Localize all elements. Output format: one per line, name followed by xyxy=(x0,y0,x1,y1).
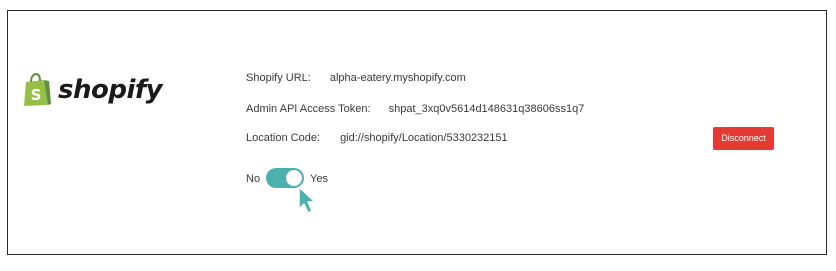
shopify-bag-icon: S xyxy=(24,73,51,106)
location-code-label: Location Code: xyxy=(246,132,320,144)
access-token-label: Admin API Access Token: xyxy=(246,103,371,115)
svg-text:S: S xyxy=(31,86,42,104)
toggle-off-label: No xyxy=(246,173,261,185)
location-code-value: gid://shopify/Location/5330232151 xyxy=(340,132,508,144)
shopify-logo: S shopify xyxy=(22,70,163,110)
shopify-url-value: alpha-eatery.myshopify.com xyxy=(329,72,466,84)
shopify-url-row: Shopify URL: alpha-eatery.myshopify.com xyxy=(246,72,466,84)
access-token-value: shpat_3xq0v5614d148631q38606ss1q7 xyxy=(388,103,585,115)
shopify-wordmark: shopify xyxy=(58,75,163,105)
toggle-on-label: Yes xyxy=(310,173,328,185)
hand-pointer-icon xyxy=(298,186,316,214)
location-code-row: Location Code: gid://shopify/Location/53… xyxy=(246,132,508,144)
access-token-row: Admin API Access Token: shpat_3xq0v5614d… xyxy=(246,103,584,115)
toggle-knob xyxy=(286,170,302,186)
shopify-url-label: Shopify URL: xyxy=(246,72,311,84)
disconnect-button[interactable]: Disconnect xyxy=(713,127,774,150)
